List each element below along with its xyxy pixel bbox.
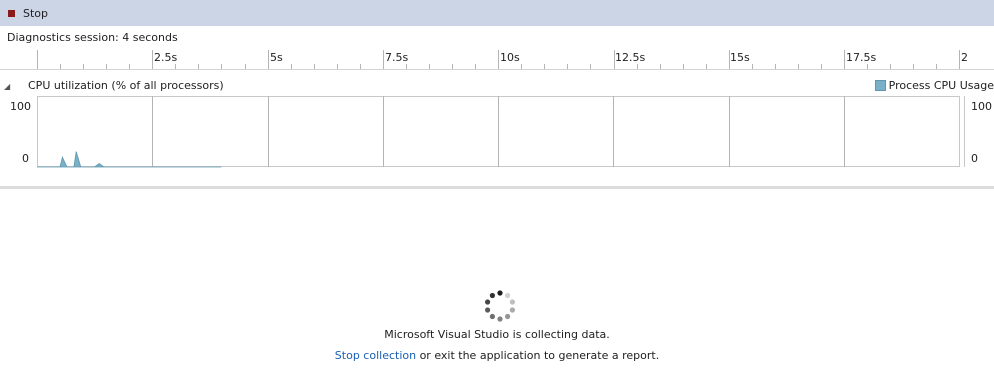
pane-splitter[interactable]	[0, 186, 994, 189]
diagnostics-toolbar: Stop	[0, 0, 994, 26]
ruler-label: 2	[961, 51, 968, 64]
timeline-ruler-ticks	[37, 50, 960, 70]
ruler-label: 7.5s	[385, 51, 409, 64]
legend-label: Process CPU Usage	[888, 79, 994, 92]
stop-collection-rest-text: or exit the application to generate a re…	[416, 349, 660, 362]
ruler-baseline	[0, 69, 994, 70]
spinner-dot	[489, 313, 495, 320]
spinner-dot	[509, 299, 515, 305]
ruler-label: 17.5s	[846, 51, 877, 64]
spinner-dot	[485, 307, 491, 313]
collecting-status-text: Microsoft Visual Studio is collecting da…	[384, 328, 610, 341]
timeline-ruler[interactable]: 2.5s 5s 7.5s 10s 12.5s 15s 17.5s 2	[0, 47, 994, 71]
stop-button-label: Stop	[23, 6, 49, 20]
cpu-chart-plot	[37, 96, 965, 168]
stop-collection-line: Stop collection or exit the application …	[0, 349, 994, 362]
ruler-label: 2.5s	[154, 51, 178, 64]
ruler-label: 5s	[270, 51, 283, 64]
chart-legend: Process CPU Usage	[874, 79, 994, 92]
stop-square-icon	[8, 9, 15, 17]
cpu-section-header: ◢ CPU utilization (% of all processors) …	[0, 78, 994, 96]
collapse-triangle-icon[interactable]: ◢	[4, 82, 10, 91]
session-duration-label: Diagnostics session: 4 seconds	[7, 31, 178, 44]
stop-collection-link[interactable]: Stop collection	[335, 349, 416, 362]
ruler-label: 10s	[500, 51, 520, 64]
loading-spinner-icon	[485, 290, 515, 322]
spinner-dot	[505, 313, 511, 320]
ruler-label: 12.5s	[615, 51, 646, 64]
spinner-dot	[497, 290, 503, 296]
cpu-usage-series-area	[37, 151, 222, 168]
spinner-dot	[485, 299, 491, 305]
spinner-dot	[497, 316, 503, 322]
spinner-dot	[509, 307, 515, 313]
spinner-dot	[489, 292, 495, 299]
spinner-dot	[505, 292, 511, 299]
cpu-chart[interactable]: 100 0 100 0	[0, 96, 994, 168]
stop-button[interactable]: Stop	[4, 0, 48, 26]
cpu-section-title: CPU utilization (% of all processors)	[28, 79, 224, 92]
legend-swatch	[874, 80, 886, 91]
ruler-label: 15s	[730, 51, 750, 64]
